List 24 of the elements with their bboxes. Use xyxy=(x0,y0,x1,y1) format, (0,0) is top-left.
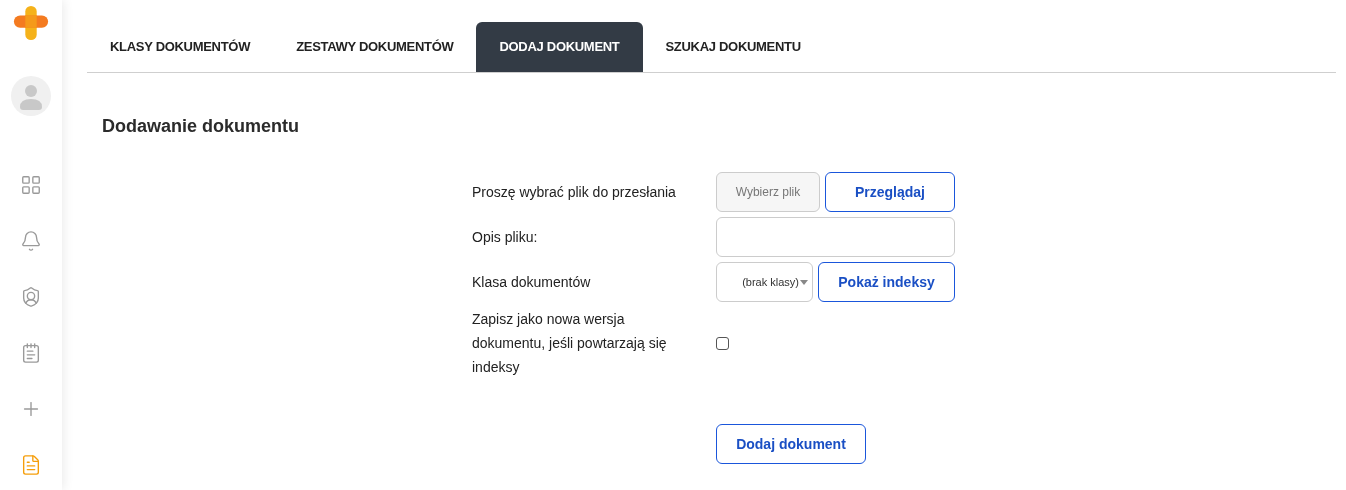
grid-icon[interactable] xyxy=(20,174,42,196)
avatar-icon xyxy=(11,76,51,116)
tab[interactable]: DODAJ DOKUMENT xyxy=(476,22,643,72)
tab[interactable]: KLASY DOKUMENTÓW xyxy=(87,22,274,72)
field-label: Zapisz jako nowa wersja dokumentu, jeśli powtarzają się indeksy xyxy=(472,310,668,377)
field-label: Klasa dokumentów xyxy=(472,272,592,292)
tab[interactable]: SZUKAJ DOKUMENTU xyxy=(642,22,824,72)
file-field[interactable]: Wybierz plik xyxy=(716,172,820,212)
class-dropdown[interactable]: (brak klasy) xyxy=(716,262,813,302)
show-indexes-button[interactable]: Pokaż indeksy xyxy=(818,262,955,302)
shield-user-icon[interactable] xyxy=(20,286,42,308)
document-icon[interactable] xyxy=(20,454,42,476)
page-title: Dodawanie dokumentu xyxy=(102,115,300,138)
description-field[interactable] xyxy=(716,217,955,257)
field-label: Opis pliku: xyxy=(472,227,539,247)
notifications-icon[interactable] xyxy=(20,230,42,252)
add-document-button[interactable]: Dodaj dokument xyxy=(716,424,866,464)
field-label: Proszę wybrać plik do przesłania xyxy=(472,182,677,202)
tab[interactable]: ZESTAWY DOKUMENTÓW xyxy=(273,22,477,72)
browse-button[interactable]: Przeglądaj xyxy=(825,172,955,212)
caret-icon xyxy=(800,279,808,285)
notepad-icon[interactable] xyxy=(20,342,42,364)
logo-icon xyxy=(12,4,50,42)
checkbox[interactable] xyxy=(716,336,729,350)
